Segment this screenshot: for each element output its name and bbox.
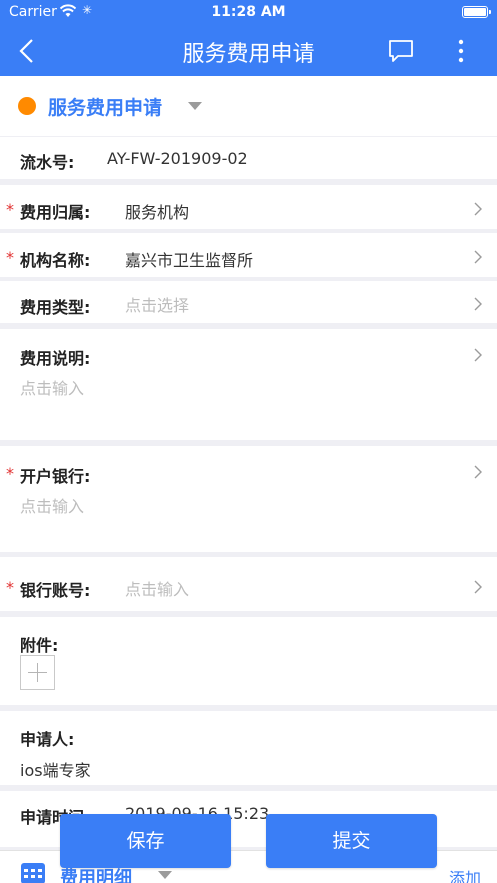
serial-row: 流水号: AY-FW-201909-02 bbox=[0, 137, 497, 179]
chevron-right-icon bbox=[474, 297, 482, 311]
page-title: 服务费用申请 bbox=[182, 42, 315, 67]
add-detail-link[interactable]: 添加 bbox=[449, 865, 481, 883]
more-vertical-icon[interactable] bbox=[455, 38, 467, 64]
serial-value: AY-FW-201909-02 bbox=[107, 149, 248, 168]
section-title: 服务费用申请 bbox=[48, 97, 163, 119]
org-name-row[interactable]: * 机构名称: 嘉兴市卫生监督所 bbox=[0, 233, 497, 277]
status-dot bbox=[18, 97, 36, 115]
applicant-label: 申请人: bbox=[20, 730, 75, 749]
expense-desc-label: 费用说明: bbox=[20, 349, 91, 368]
expense-desc-row[interactable]: 费用说明: 点击输入 bbox=[0, 329, 497, 440]
expense-belong-label: 费用归属: bbox=[20, 203, 91, 222]
expense-type-placeholder: 点击选择 bbox=[125, 296, 190, 315]
applicant-row: 申请人: ios端专家 bbox=[0, 711, 497, 785]
chevron-down-icon bbox=[158, 871, 172, 879]
screen: Carrier ✳ 11:28 AM 服务费用申请 服务费用申请 流水号: AY… bbox=[0, 0, 497, 883]
section-header[interactable]: 服务费用申请 bbox=[0, 76, 497, 136]
bank-label: 开户银行: bbox=[20, 467, 91, 486]
chevron-right-icon bbox=[474, 580, 482, 594]
chevron-right-icon bbox=[474, 250, 482, 264]
required-mark: * bbox=[6, 578, 14, 597]
add-attachment-button[interactable] bbox=[20, 655, 55, 690]
chevron-right-icon bbox=[474, 465, 482, 479]
org-name-label: 机构名称: bbox=[20, 251, 91, 270]
calendar-icon bbox=[21, 863, 45, 883]
serial-label: 流水号: bbox=[20, 153, 75, 172]
required-mark: * bbox=[6, 200, 14, 219]
attachment-row: 附件: bbox=[0, 617, 497, 705]
expense-desc-input[interactable]: 点击输入 bbox=[20, 375, 84, 399]
required-mark: * bbox=[6, 248, 14, 267]
battery-icon bbox=[462, 6, 491, 18]
account-input[interactable]: 点击输入 bbox=[125, 576, 189, 600]
chevron-right-icon bbox=[474, 202, 482, 216]
attachment-label: 附件: bbox=[20, 636, 59, 655]
clock: 11:28 AM bbox=[211, 4, 286, 20]
account-label: 银行账号: bbox=[20, 581, 91, 600]
save-button[interactable]: 保存 bbox=[60, 814, 231, 868]
submit-button[interactable]: 提交 bbox=[266, 814, 437, 868]
bank-row[interactable]: * 开户银行: 点击输入 bbox=[0, 446, 497, 552]
expense-type-label: 费用类型: bbox=[20, 298, 91, 317]
bank-input[interactable]: 点击输入 bbox=[20, 493, 84, 517]
comment-icon[interactable] bbox=[388, 39, 414, 63]
required-mark: * bbox=[6, 464, 14, 483]
org-name-value: 嘉兴市卫生监督所 bbox=[125, 251, 254, 270]
nav-bar: 服务费用申请 bbox=[0, 26, 497, 76]
applicant-value: ios端专家 bbox=[20, 761, 91, 780]
chevron-right-icon bbox=[474, 348, 482, 362]
expense-belong-row[interactable]: * 费用归属: 服务机构 bbox=[0, 185, 497, 229]
chevron-down-icon bbox=[188, 102, 202, 110]
account-row[interactable]: * 银行账号: 点击输入 bbox=[0, 557, 497, 611]
expense-type-row[interactable]: 费用类型: 点击选择 bbox=[0, 281, 497, 323]
status-bar: Carrier ✳ 11:28 AM bbox=[0, 0, 497, 26]
expense-belong-value: 服务机构 bbox=[125, 203, 190, 222]
